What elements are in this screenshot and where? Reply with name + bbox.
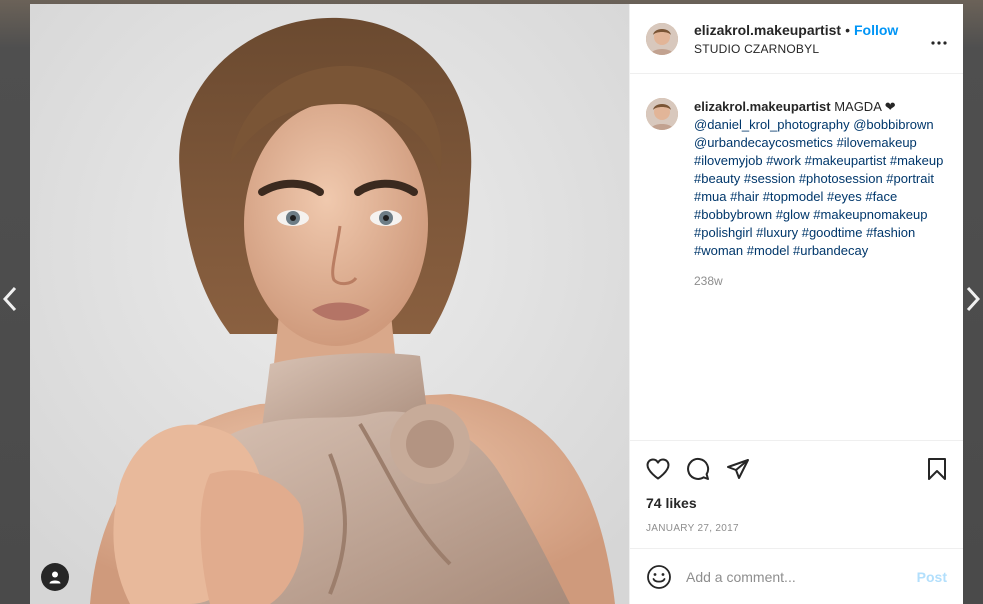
hashtag-link[interactable]: #glow: [776, 207, 810, 222]
hashtag-link[interactable]: #portrait: [886, 171, 934, 186]
mention-link[interactable]: @urbandecaycosmetics: [694, 135, 833, 150]
caption-username[interactable]: elizakrol.makeupartist: [694, 99, 831, 114]
hashtag-link[interactable]: #makeup: [890, 153, 943, 168]
avatar[interactable]: [646, 22, 678, 55]
comment-form: Post: [630, 548, 963, 604]
share-icon[interactable]: [726, 449, 766, 489]
hashtag-link[interactable]: #woman: [694, 243, 743, 258]
post-modal: elizakrol.makeupartist • Follow STUDIO C…: [30, 4, 963, 604]
hashtag-link[interactable]: #eyes: [827, 189, 862, 204]
post-date: JANUARY 27, 2017: [646, 523, 739, 534]
bookmark-icon[interactable]: [907, 449, 947, 489]
hashtag-link[interactable]: #urbandecay: [793, 243, 868, 258]
hashtag-link[interactable]: #model: [747, 243, 790, 258]
action-bar: 74 likes JANUARY 27, 2017: [630, 440, 963, 548]
hashtag-link[interactable]: #fashion: [866, 225, 915, 240]
hashtag-link[interactable]: #makeupnomakeup: [813, 207, 927, 222]
comment-input[interactable]: [686, 568, 917, 585]
hashtag-link[interactable]: #polishgirl: [694, 225, 753, 240]
header-text: elizakrol.makeupartist • Follow STUDIO C…: [694, 22, 898, 56]
post-button[interactable]: Post: [917, 569, 947, 585]
hashtag-link[interactable]: #goodtime: [802, 225, 863, 240]
hashtag-list: #ilovemakeup #ilovemyjob #work #makeupar…: [694, 135, 943, 258]
hashtag-link[interactable]: #topmodel: [763, 189, 824, 204]
hashtag-link[interactable]: #work: [766, 153, 801, 168]
mention-link[interactable]: @daniel_krol_photography: [694, 117, 850, 132]
hashtag-link[interactable]: #photosession: [799, 171, 883, 186]
post-details-panel: elizakrol.makeupartist • Follow STUDIO C…: [629, 4, 963, 604]
caption-timestamp: 238w: [694, 274, 723, 288]
hashtag-link[interactable]: #luxury: [756, 225, 798, 240]
post-caption: elizakrol.makeupartist MAGDA ❤ @daniel_k…: [694, 98, 944, 260]
post-header: elizakrol.makeupartist • Follow STUDIO C…: [630, 4, 963, 74]
emoji-icon[interactable]: [646, 564, 672, 590]
follow-button[interactable]: Follow: [854, 22, 898, 38]
portrait-photo: [30, 4, 629, 604]
comments-section: elizakrol.makeupartist MAGDA ❤ @daniel_k…: [630, 74, 963, 440]
mention-link[interactable]: @bobbibrown: [853, 117, 933, 132]
post-image[interactable]: [30, 4, 629, 604]
hashtag-link[interactable]: #hair: [730, 189, 759, 204]
hashtag-link[interactable]: #ilovemyjob: [694, 153, 763, 168]
hashtag-link[interactable]: #bobbybrown: [694, 207, 772, 222]
more-options-icon[interactable]: [931, 28, 947, 51]
hashtag-link[interactable]: #ilovemakeup: [837, 135, 917, 150]
separator-dot: •: [845, 21, 850, 38]
username-link[interactable]: elizakrol.makeupartist: [694, 22, 841, 38]
comment-icon[interactable]: [686, 449, 726, 489]
caption-text: MAGDA ❤: [834, 99, 896, 114]
chevron-left-icon[interactable]: [0, 286, 20, 318]
hashtag-link[interactable]: #session: [744, 171, 795, 186]
hashtag-link[interactable]: #face: [865, 189, 897, 204]
heart-icon[interactable]: [646, 449, 686, 489]
likes-count[interactable]: 74 likes: [646, 495, 947, 511]
caption-avatar[interactable]: [646, 98, 678, 130]
hashtag-link[interactable]: #beauty: [694, 171, 740, 186]
location-link[interactable]: STUDIO CZARNOBYL: [694, 42, 898, 56]
hashtag-link[interactable]: #mua: [694, 189, 727, 204]
hashtag-link[interactable]: #makeupartist: [805, 153, 887, 168]
chevron-right-icon[interactable]: [963, 286, 983, 318]
user-tag-icon[interactable]: [41, 563, 69, 591]
